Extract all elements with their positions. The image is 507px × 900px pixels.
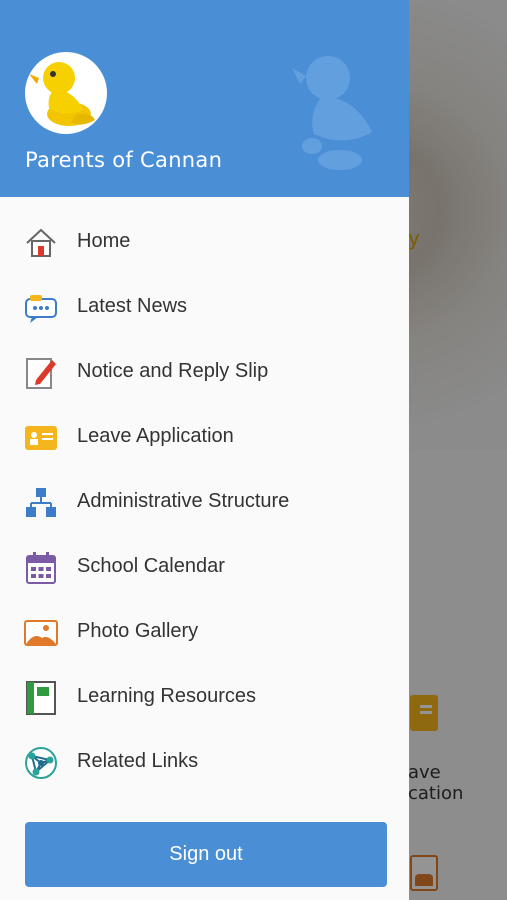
menu-item-home[interactable]: Home (0, 210, 409, 275)
menu-item-administrative-structure[interactable]: Administrative Structure (0, 470, 409, 535)
resources-icon (24, 681, 58, 715)
school-logo (25, 52, 107, 134)
app-title: Parents of Cannan (25, 148, 223, 172)
menu-item-related-links[interactable]: Related Links (0, 730, 409, 795)
menu-label-related-links: Related Links (77, 750, 199, 772)
menu-label-school-calendar: School Calendar (77, 555, 225, 577)
menu-item-learning-resources[interactable]: Learning Resources (0, 665, 409, 730)
menu-label-leave-application: Leave Application (77, 425, 234, 447)
menu-item-school-calendar[interactable]: School Calendar (0, 535, 409, 600)
drawer-header: Parents of Cannan (0, 0, 409, 197)
menu-label-home: Home (77, 230, 131, 252)
sign-out-button[interactable]: Sign out (25, 822, 387, 887)
menu-item-leave-application[interactable]: Leave Application (0, 405, 409, 470)
menu-label-photo-gallery: Photo Gallery (77, 620, 199, 642)
calendar-icon (24, 551, 58, 585)
navigation-drawer: Parents of Cannan Home Latest News Notic… (0, 0, 409, 900)
menu-item-notice-reply-slip[interactable]: Notice and Reply Slip (0, 340, 409, 405)
leave-icon (24, 421, 58, 455)
gallery-icon (24, 616, 58, 650)
home-icon (24, 226, 58, 260)
links-icon (24, 746, 58, 780)
menu-label-administrative-structure: Administrative Structure (77, 490, 290, 512)
drawer-menu: Home Latest News Notice and Reply Slip L… (0, 210, 409, 795)
duck-logo-icon (29, 62, 95, 126)
notice-icon (24, 356, 58, 390)
menu-item-photo-gallery[interactable]: Photo Gallery (0, 600, 409, 665)
duck-watermark-icon (292, 56, 372, 170)
menu-label-notice-reply-slip: Notice and Reply Slip (77, 360, 269, 382)
structure-icon (24, 486, 58, 520)
menu-item-latest-news[interactable]: Latest News (0, 275, 409, 340)
news-icon (24, 291, 58, 325)
menu-label-latest-news: Latest News (77, 295, 188, 317)
menu-label-learning-resources: Learning Resources (77, 685, 256, 707)
